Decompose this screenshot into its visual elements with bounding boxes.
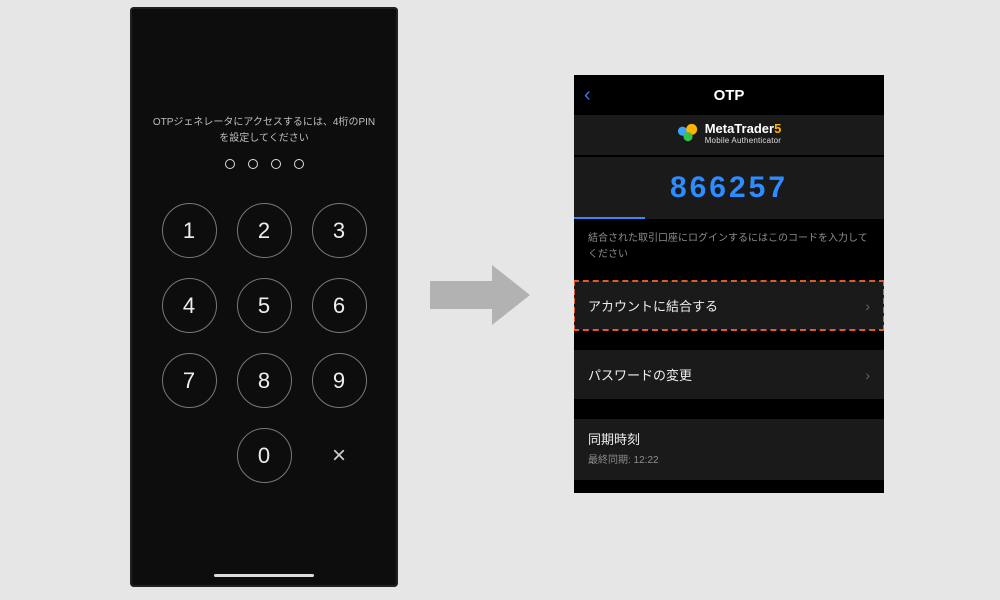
- keypad-delete[interactable]: ×: [312, 428, 367, 483]
- brand-subtitle: Mobile Authenticator: [705, 136, 782, 145]
- keypad-8[interactable]: 8: [237, 353, 292, 408]
- sync-time-row[interactable]: 同期時刻 最終同期: 12:22: [574, 419, 884, 480]
- keypad-7[interactable]: 7: [162, 353, 217, 408]
- nav-title: OTP: [714, 87, 745, 104]
- pin-dot: [271, 159, 281, 169]
- section-gap: [574, 399, 884, 419]
- keypad-9[interactable]: 9: [312, 353, 367, 408]
- chevron-right-icon: ›: [865, 298, 870, 314]
- keypad-6[interactable]: 6: [312, 278, 367, 333]
- bind-account-label: アカウントに結合する: [588, 296, 718, 315]
- keypad-2[interactable]: 2: [237, 203, 292, 258]
- otp-screen: ‹ OTP MetaTrader5 Mobile Authenticator 8…: [574, 75, 884, 493]
- keypad: 1 2 3 4 5 6 7 8 9 0 ×: [162, 203, 367, 483]
- brand-header: MetaTrader5 Mobile Authenticator: [574, 115, 884, 155]
- pin-dot: [294, 159, 304, 169]
- keypad-4[interactable]: 4: [162, 278, 217, 333]
- pin-dot: [248, 159, 258, 169]
- sync-title: 同期時刻: [588, 429, 870, 448]
- keypad-5[interactable]: 5: [237, 278, 292, 333]
- arrow-right-icon: [430, 265, 540, 325]
- brand-name: MetaTrader: [705, 121, 774, 136]
- pin-entry-screen: OTPジェネレータにアクセスするには、4桁のPINを設定してください 1 2 3…: [130, 7, 398, 587]
- keypad-0[interactable]: 0: [237, 428, 292, 483]
- sync-last: 最終同期: 12:22: [588, 451, 870, 466]
- section-gap: [574, 330, 884, 350]
- pin-dots: [130, 159, 398, 169]
- change-password-row[interactable]: パスワードの変更 ›: [574, 350, 884, 399]
- home-indicator[interactable]: [214, 574, 314, 578]
- brand-suffix: 5: [774, 121, 781, 136]
- otp-hint-text: 結合された取引口座にログインするにはこのコードを入力してください: [574, 219, 884, 281]
- brand-text: MetaTrader5 Mobile Authenticator: [705, 121, 782, 145]
- metatrader-logo-icon: [677, 122, 699, 144]
- change-password-label: パスワードの変更: [588, 365, 692, 384]
- back-button[interactable]: ‹: [584, 84, 591, 107]
- chevron-right-icon: ›: [865, 367, 870, 383]
- pin-prompt-text: OTPジェネレータにアクセスするには、4桁のPINを設定してください: [130, 115, 398, 147]
- pin-dot: [225, 159, 235, 169]
- keypad-3[interactable]: 3: [312, 203, 367, 258]
- nav-bar: ‹ OTP: [574, 75, 884, 115]
- keypad-1[interactable]: 1: [162, 203, 217, 258]
- otp-code-display: 866257: [574, 157, 884, 219]
- bind-account-row[interactable]: アカウントに結合する ›: [574, 281, 884, 330]
